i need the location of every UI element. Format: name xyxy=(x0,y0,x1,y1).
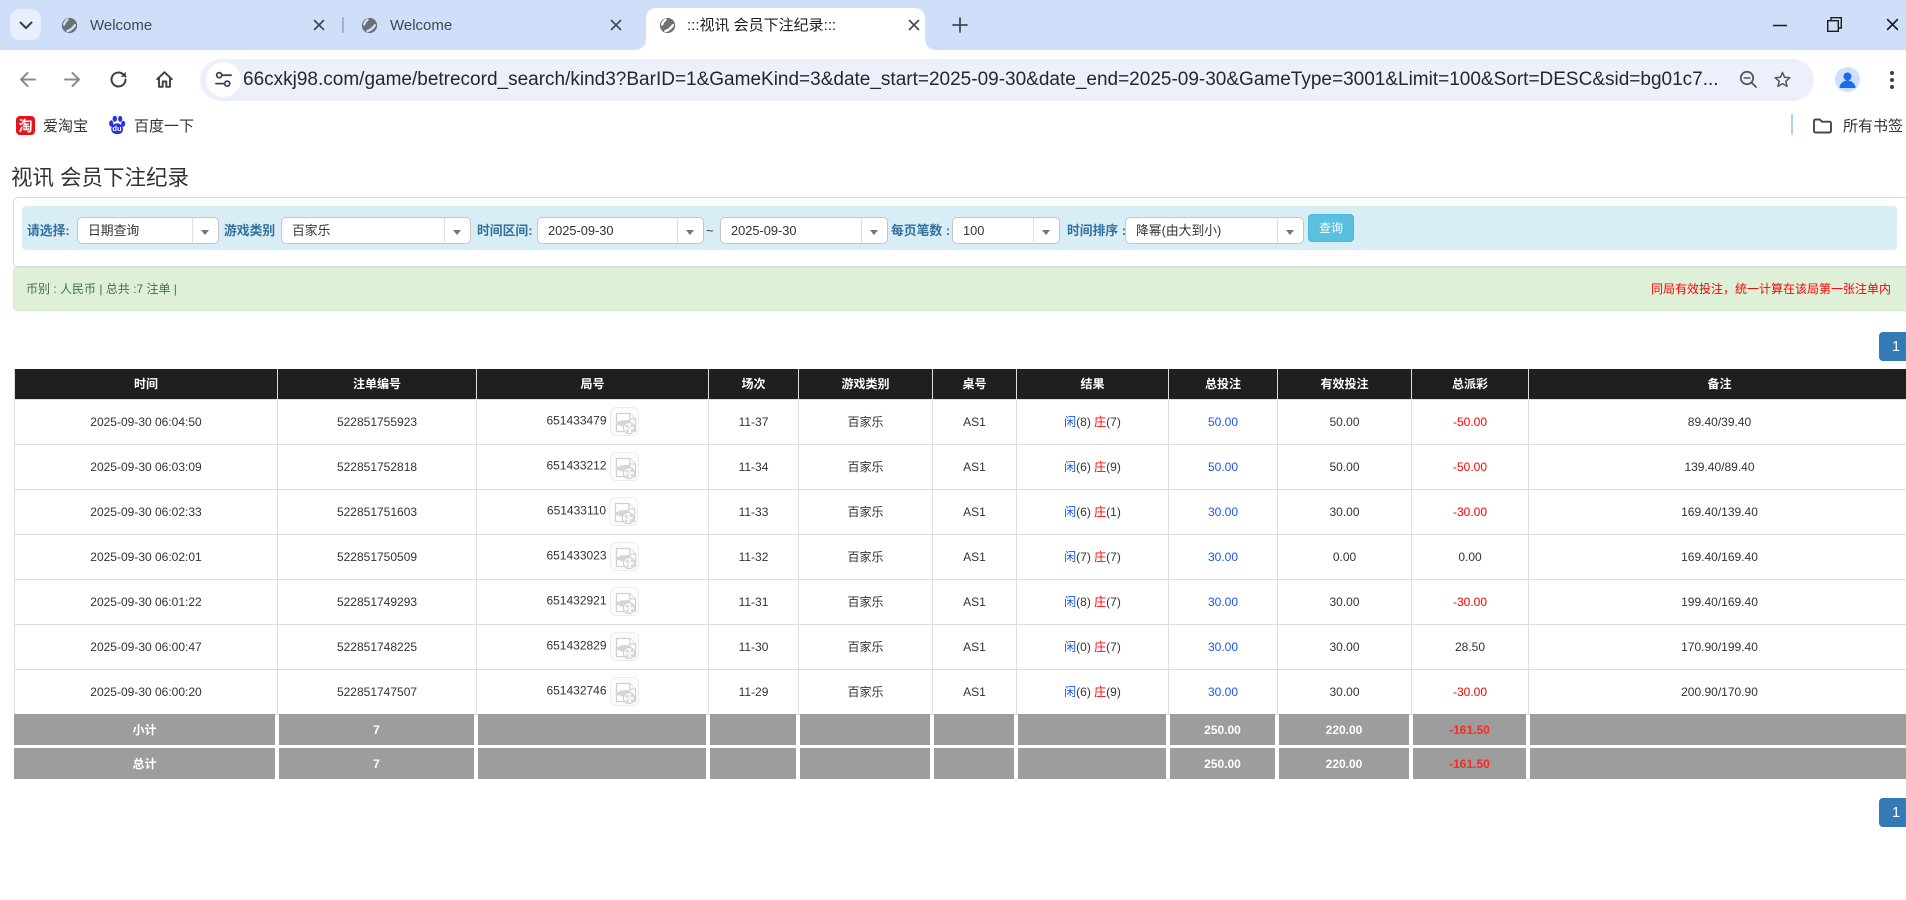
svg-text:du: du xyxy=(112,124,122,133)
